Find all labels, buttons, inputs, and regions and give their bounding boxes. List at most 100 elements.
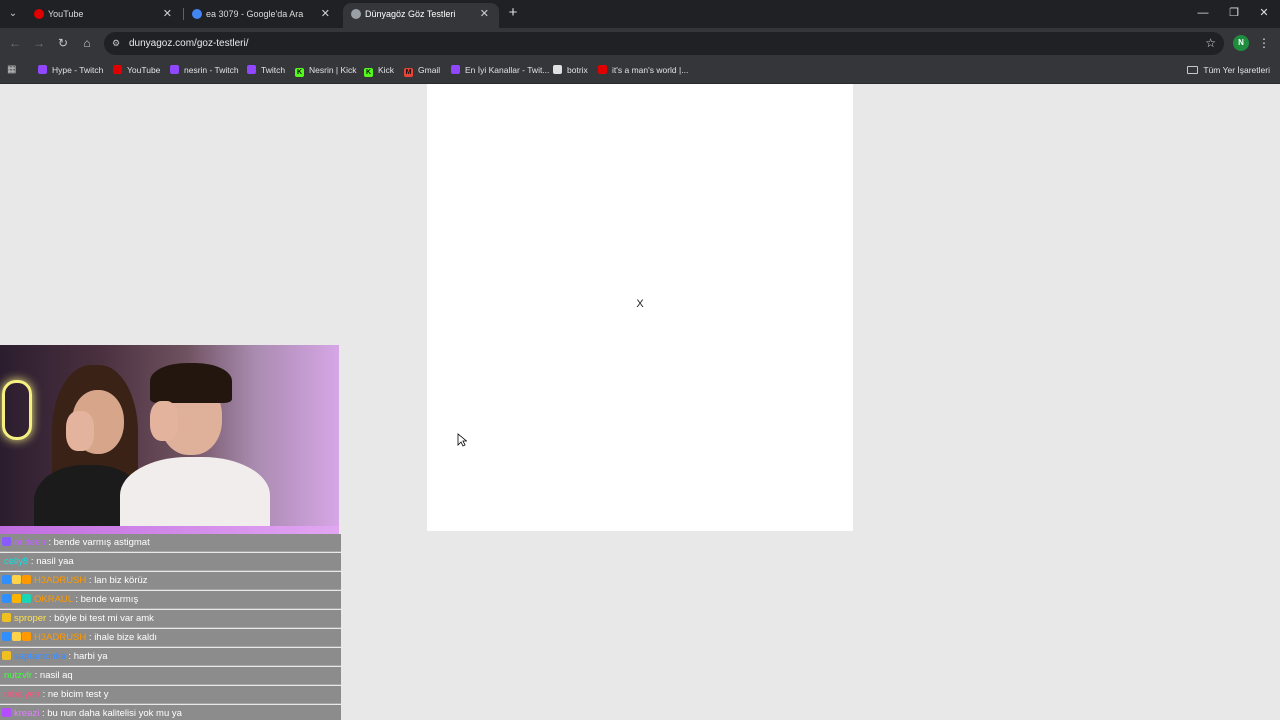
tab-youtube[interactable]: YouTube ✕	[26, 3, 182, 28]
site-info-icon[interactable]: ⚙	[112, 38, 123, 49]
bookmark-item[interactable]: botrix	[553, 58, 588, 82]
chat-badge-icon	[12, 594, 21, 603]
chat-text: nasil aq	[39, 670, 73, 681]
chat-separator: :	[86, 632, 95, 643]
kebab-menu-icon[interactable]: ⋮	[1258, 34, 1270, 52]
chat-text: ihale bize kaldı	[94, 632, 158, 643]
bookmark-item[interactable]: Twitch	[247, 58, 285, 82]
address-bar[interactable]: ⚙ dunyagoz.com/goz-testleri/ ☆	[104, 32, 1224, 55]
chat-separator: :	[65, 651, 74, 662]
bookmark-label: Nesrin | Kick	[309, 65, 357, 75]
apps-grid-icon[interactable]: ▦	[7, 64, 19, 76]
chat-badges	[2, 705, 12, 720]
chat-badges	[2, 534, 12, 551]
chat-separator: :	[45, 537, 54, 548]
close-tab-icon[interactable]: ✕	[163, 3, 172, 25]
chat-badge-icon	[12, 632, 21, 641]
home-icon[interactable]: ⌂	[78, 34, 96, 52]
chat-text: lan biz körüz	[94, 575, 148, 586]
bookmark-favicon-icon: K	[295, 68, 304, 77]
chat-message: H3ADRUSH : ihale bize kaldı	[0, 629, 341, 647]
chat-badge-icon	[22, 575, 31, 584]
bookmark-item[interactable]: Hype - Twitch	[38, 58, 103, 82]
guest-body	[120, 457, 270, 536]
folder-icon	[1187, 66, 1199, 74]
bookmark-favicon-icon	[553, 65, 562, 74]
chat-message: ondeen : bende varmış astigmat	[0, 534, 341, 552]
eye-test-panel: X	[427, 84, 853, 531]
chat-text: bu nun daha kalitelisi yok mu ya	[47, 708, 182, 719]
chat-text: bende varmış	[80, 594, 139, 605]
chat-separator: :	[72, 594, 81, 605]
bookmark-label: En İyi Kanallar - Twit...	[465, 65, 550, 75]
tab-search-icon[interactable]: ⌄	[4, 5, 22, 23]
tab-google-search[interactable]: ea 3079 - Google'da Ara ✕	[184, 3, 340, 28]
chat-message: OKRAUL : bende varmış	[0, 591, 341, 609]
bookmark-item[interactable]: nesrin - Twitch	[170, 58, 239, 82]
forward-icon[interactable]: →	[30, 34, 48, 52]
tab-title: ea 3079 - Google'da Ara	[206, 9, 304, 19]
bookmark-label: botrix	[567, 65, 588, 75]
bookmark-item[interactable]: En İyi Kanallar - Twit...	[451, 58, 549, 82]
bookmark-label: YouTube	[127, 65, 161, 75]
close-window-icon[interactable]: ✕	[1254, 4, 1274, 22]
chat-separator: :	[39, 689, 48, 700]
chat-text: nasil yaa	[36, 556, 74, 567]
profile-avatar[interactable]: N	[1233, 35, 1249, 51]
new-tab-icon[interactable]: +	[505, 4, 521, 22]
bookmark-star-icon[interactable]: ☆	[1205, 32, 1216, 55]
chat-badges	[2, 648, 12, 665]
close-tab-icon[interactable]: ✕	[480, 3, 489, 25]
all-bookmarks-label: Tüm Yer İşaretleri	[1203, 65, 1270, 75]
reload-icon[interactable]: ↻	[54, 34, 72, 52]
chat-message: celly8 : nasil yaa	[0, 553, 341, 571]
chat-badge-icon	[2, 708, 11, 717]
tab-title: Dünyagöz Göz Testleri	[365, 9, 456, 19]
close-tab-icon[interactable]: ✕	[321, 3, 330, 25]
chat-message: H3ADRUSH : lan biz körüz	[0, 572, 341, 590]
bookmark-favicon-icon	[38, 65, 47, 74]
bookmark-favicon-icon	[247, 65, 256, 74]
bookmark-favicon-icon	[113, 65, 122, 74]
bookmarks-bar: ▦ Hype - Twitch YouTube nesrin - Twitch Twi…	[0, 58, 1280, 84]
bookmark-favicon-icon	[451, 65, 460, 74]
back-icon[interactable]: ←	[6, 34, 24, 52]
bookmark-label: Kick	[378, 65, 395, 75]
bookmark-favicon-icon	[598, 65, 607, 74]
all-bookmarks[interactable]: Tüm Yer İşaretleri	[1187, 58, 1270, 82]
eye-test-symbol: X	[636, 298, 644, 310]
chat-badge-icon	[22, 594, 31, 603]
mouse-cursor-icon	[457, 433, 467, 447]
tab-dunyagoz[interactable]: Dünyagöz Göz Testleri ✕	[343, 3, 499, 28]
chat-username: celly8	[4, 556, 29, 567]
webcam-overlay	[0, 345, 339, 536]
bookmark-item[interactable]: it's a man's world |...	[598, 58, 688, 82]
tab-strip: ⌄ YouTube ✕ ea 3079 - Google'da Ara ✕ Dü…	[0, 0, 1280, 28]
bookmark-item[interactable]: K Kick	[364, 58, 394, 82]
bookmark-item[interactable]: M Gmail	[404, 58, 440, 82]
chat-text: harbi ya	[73, 651, 108, 662]
stream-chat-overlay: ondeen : bende varmış astigmat celly8 : n…	[0, 534, 341, 720]
streamer-hand	[66, 411, 94, 451]
chat-username: kreazi	[14, 708, 40, 719]
chat-message: nutzvlr : nasil aq	[0, 667, 341, 685]
url-text[interactable]: dunyagoz.com/goz-testleri/	[129, 32, 249, 55]
neon-light-decoration	[2, 380, 32, 440]
chat-badge-icon	[2, 613, 11, 622]
chat-username: sproper	[14, 613, 47, 624]
minimize-icon[interactable]: —	[1193, 4, 1213, 22]
chat-username: ondeen	[14, 537, 46, 548]
bookmark-label: it's a man's world |...	[612, 65, 689, 75]
restore-icon[interactable]: ❐	[1224, 4, 1244, 22]
chat-badges	[2, 629, 32, 646]
bookmark-item[interactable]: YouTube	[113, 58, 160, 82]
chat-message: mbalyeh : ne bicim test y	[0, 686, 341, 704]
google-favicon-icon	[192, 9, 202, 19]
bookmark-label: Gmail	[418, 65, 441, 75]
bookmark-item[interactable]: K Nesrin | Kick	[295, 58, 357, 82]
bookmark-label: nesrin - Twitch	[184, 65, 239, 75]
chat-username: saptamonka	[14, 651, 66, 662]
bookmark-favicon-icon: K	[364, 68, 373, 77]
chat-badge-icon	[2, 651, 11, 660]
chat-username: H3ADRUSH	[34, 575, 87, 586]
